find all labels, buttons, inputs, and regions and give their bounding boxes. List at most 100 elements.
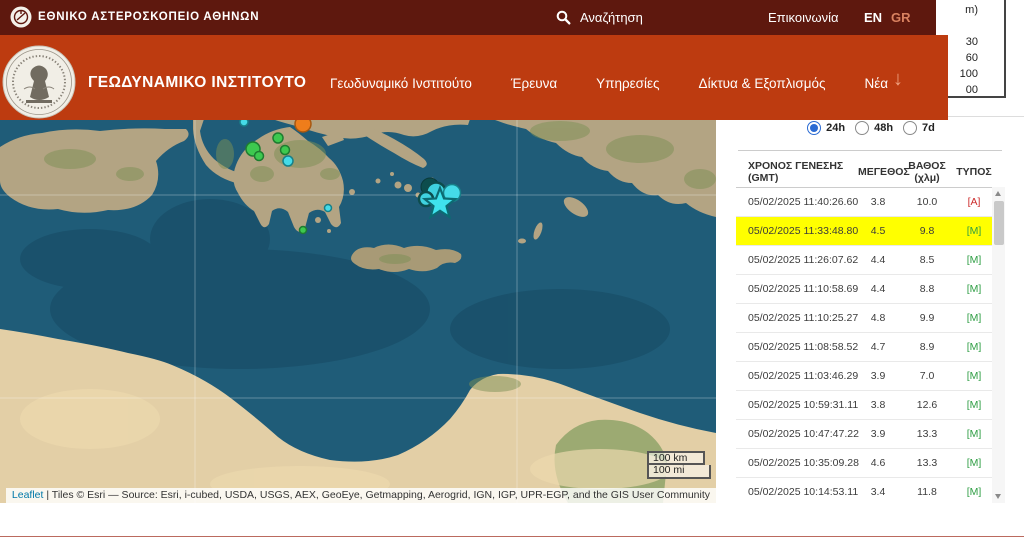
table-row[interactable]: 05/02/2025 10:14:53.113.411.8[M] [736,478,992,503]
cell-depth: 8.9 [898,341,956,353]
search-icon [556,10,571,25]
cell-type: [M] [956,225,992,237]
earthquake-marker-cyan[interactable] [240,119,248,126]
radio-24h-selected[interactable] [807,121,821,135]
contact-link[interactable]: Επικοινωνία [768,0,839,35]
main-navigation: ΓΕΩΔΥΝΑΜΙΚΟ ΙΝΣΤΙΤΟΥΤΟ Γεωδυναμικό Ινστι… [0,35,948,120]
filter-48h[interactable]: 48h [855,121,893,135]
leaflet-link[interactable]: Leaflet [12,489,44,501]
attribution-text: | Tiles © Esri — Source: Esri, i-cubed, … [43,489,710,501]
col-header-depth: ΒΑΘΟΣ(χλμ) [898,160,956,184]
earthquake-marker-orange[interactable] [295,119,311,132]
cell-depth: 13.3 [898,457,956,469]
search-label: Αναζήτηση [580,10,643,25]
map-scale-control: 100 km 100 mi [647,451,711,479]
cell-time: 05/02/2025 10:14:53.11 [736,486,858,498]
nav-item-3[interactable]: Δίκτυα & Εξοπλισμός [699,76,826,91]
legend-line: 60 [966,52,978,64]
cell-time: 05/02/2025 11:03:46.29 [736,370,858,382]
scrollbar-thumb[interactable] [994,201,1004,245]
cell-time: 05/02/2025 10:59:31.11 [736,399,858,411]
cell-mag: 4.4 [858,283,898,295]
topbar: ΕΘΝΙΚΟ ΑΣΤΕΡΟΣΚΟΠΕΙΟ ΑΘΗΝΩΝ Αναζήτηση Επ… [0,0,936,35]
earthquake-marker-green[interactable] [273,133,283,143]
table-row[interactable]: 05/02/2025 10:59:31.113.812.6[M] [736,391,992,420]
table-row[interactable]: 05/02/2025 11:10:25.274.89.9[M] [736,304,992,333]
cell-depth: 8.5 [898,254,956,266]
earthquake-table-body: 05/02/2025 11:40:26.603.810.0[A]05/02/20… [736,187,992,503]
table-header: ΧΡΟΝΟΣ ΓΕΝΕΣΗΣ(GMT) ΜΕΓΕΘΟΣ ΒΑΘΟΣ(χλμ) Τ… [736,158,992,186]
cell-type: [M] [956,399,992,411]
radio-7d[interactable] [903,121,917,135]
nav-links: Γεωδυναμικό Ινστιτούτο Έρευνα Υπηρεσίες Δίκ… [330,76,888,91]
cell-depth: 11.8 [898,486,956,498]
cell-time: 05/02/2025 11:26:07.62 [736,254,858,266]
earthquake-marker-cyan[interactable] [283,156,293,166]
nav-item-2[interactable]: Υπηρεσίες [596,76,659,91]
lang-en-button[interactable]: EN [864,0,882,35]
earthquake-marker-green[interactable] [281,146,290,155]
cell-time: 05/02/2025 11:10:25.27 [736,312,858,324]
earthquake-map[interactable]: 100 km 100 mi Leaflet | Tiles © Esri — S… [0,119,716,503]
table-row[interactable]: 05/02/2025 11:40:26.603.810.0[A] [736,188,992,217]
cell-mag: 4.4 [858,254,898,266]
legend-line: 100 [960,68,978,80]
cell-time: 05/02/2025 10:47:47.22 [736,428,858,440]
filter-24h[interactable]: 24h [807,121,845,135]
earthquake-marker-cyan[interactable] [325,205,332,212]
table-row[interactable]: 05/02/2025 10:47:47.223.913.3[M] [736,420,992,449]
cell-type: [M] [956,486,992,498]
table-row[interactable]: 05/02/2025 10:35:09.284.613.3[M] [736,449,992,478]
table-row-highlighted[interactable]: 05/02/2025 11:33:48.804.59.8[M] [736,217,992,246]
filter-label: 24h [826,122,845,134]
scrollbar-down-arrow[interactable] [992,491,1005,503]
cell-mag: 3.4 [858,486,898,498]
cell-type: [M] [956,341,992,353]
cell-depth: 9.8 [898,225,956,237]
cell-depth: 8.8 [898,283,956,295]
table-scrollbar[interactable] [992,187,1005,503]
filter-7d[interactable]: 7d [903,121,935,135]
table-row[interactable]: 05/02/2025 11:26:07.624.48.5[M] [736,246,992,275]
cell-mag: 3.8 [858,196,898,208]
earthquake-marker-green[interactable] [300,227,307,234]
filter-label: 48h [874,122,893,134]
cell-mag: 4.7 [858,341,898,353]
legend-line: 30 [966,36,978,48]
cell-type: [A] [956,196,992,208]
cell-mag: 3.8 [858,399,898,411]
cell-time: 05/02/2025 11:10:58.69 [736,283,858,295]
lang-gr-button[interactable]: GR [891,0,911,35]
cell-mag: 4.6 [858,457,898,469]
cell-type: [M] [956,283,992,295]
nav-item-4[interactable]: Νέα [865,76,889,91]
cell-depth: 9.9 [898,312,956,324]
search-button[interactable]: Αναζήτηση [556,0,643,35]
cell-depth: 12.6 [898,399,956,411]
table-row[interactable]: 05/02/2025 11:08:58.524.78.9[M] [736,333,992,362]
cell-type: [M] [956,312,992,324]
cell-mag: 3.9 [858,428,898,440]
earthquake-marker-green[interactable] [255,152,264,161]
filter-label: 7d [922,122,935,134]
observatory-logo-icon [10,6,32,28]
table-row[interactable]: 05/02/2025 11:10:58.694.48.8[M] [736,275,992,304]
nav-item-1[interactable]: Έρευνα [511,76,557,91]
cell-time: 05/02/2025 11:08:58.52 [736,341,858,353]
cell-mag: 4.5 [858,225,898,237]
scrollbar-up-arrow[interactable] [992,187,1005,199]
scroll-down-arrow-icon[interactable]: ↓ [893,68,903,91]
legend-line: 00 [966,84,978,96]
earthquake-list-panel: 24h 48h 7d ΧΡΟΝΟΣ ΓΕΝΕΣΗΣ(GMT) ΜΕΓΕΘΟΣ ΒΑΘ… [736,119,1006,503]
map-attribution: Leaflet | Tiles © Esri — Source: Esri, i… [6,488,716,503]
footer-divider [0,536,1024,537]
table-row[interactable]: 05/02/2025 11:03:46.293.97.0[M] [736,362,992,391]
cell-type: [M] [956,457,992,469]
radio-48h[interactable] [855,121,869,135]
cell-time: 05/02/2025 11:40:26.60 [736,196,858,208]
nav-item-0[interactable]: Γεωδυναμικό Ινστιτούτο [330,76,472,91]
col-header-time: ΧΡΟΝΟΣ ΓΕΝΕΣΗΣ(GMT) [736,160,858,184]
cell-mag: 4.8 [858,312,898,324]
panel-divider [738,150,1002,151]
cell-type: [M] [956,254,992,266]
